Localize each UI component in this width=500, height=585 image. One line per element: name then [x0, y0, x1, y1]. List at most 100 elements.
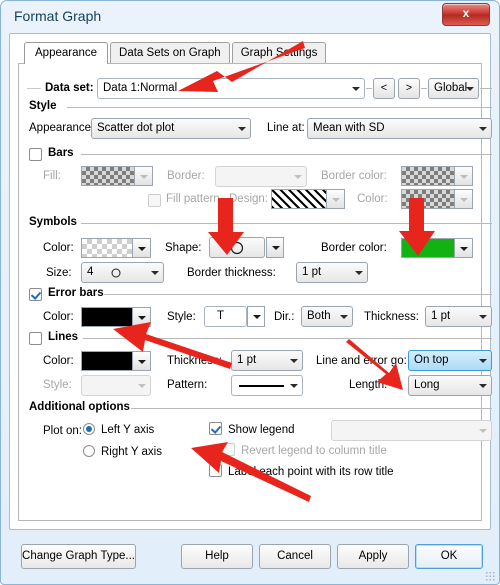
chevron-down-icon [294, 175, 302, 179]
error-bars-style-combo[interactable]: T [204, 306, 247, 327]
error-bars-color-swatch[interactable] [81, 307, 133, 327]
close-icon[interactable]: x [442, 3, 490, 26]
chevron-down-icon [140, 175, 148, 179]
dataset-prev-button[interactable]: < [373, 78, 395, 99]
dataset-combo[interactable]: Data 1:Normal [97, 78, 365, 99]
line-at-combo[interactable]: Mean with SD [307, 118, 492, 139]
bars-checkbox[interactable] [29, 148, 42, 161]
bars-border-color-label: Border color: [321, 170, 387, 182]
format-graph-dialog: Format Graph x Appearance Data Sets on G… [0, 0, 500, 585]
error-bars-style-dropdown-button[interactable] [247, 306, 265, 327]
symbols-size-combo[interactable]: 4 [81, 262, 164, 283]
lines-checkbox[interactable] [29, 332, 42, 345]
symbols-color-dropdown-button[interactable] [133, 238, 151, 258]
chevron-down-icon [138, 384, 146, 388]
right-y-axis-label: Right Y axis [101, 446, 162, 458]
symbols-border-thickness-label: Border thickness: [187, 267, 276, 279]
chevron-down-icon [355, 271, 363, 275]
error-bars-thickness-value: 1 pt [431, 310, 451, 322]
dataset-scope-combo[interactable]: Global [428, 78, 479, 99]
resize-grip[interactable] [485, 571, 495, 581]
error-bars-group-label: Error bars [48, 287, 104, 299]
cancel-button[interactable]: Cancel [259, 544, 331, 569]
ok-button[interactable]: OK [415, 544, 483, 569]
fill-pattern-checkbox[interactable] [148, 194, 161, 207]
error-bars-checkbox[interactable] [29, 288, 42, 301]
label-each-point-label: Label each point with its row title [228, 466, 394, 478]
additional-options-rule [131, 408, 492, 409]
solid-line-icon [239, 385, 284, 387]
lines-length-combo[interactable]: Long [408, 375, 492, 396]
chevron-down-icon [479, 315, 487, 319]
bars-design-dropdown-button[interactable] [327, 189, 345, 209]
apply-button[interactable]: Apply [337, 544, 409, 569]
appearance-value: Scatter dot plot [97, 122, 175, 134]
bars-fill-dropdown-button[interactable] [135, 166, 153, 186]
dataset-next-button[interactable]: > [398, 78, 420, 99]
bars-design-swatch[interactable] [271, 189, 327, 209]
bars-border-color-swatch[interactable] [401, 166, 455, 186]
chevron-down-icon [466, 87, 474, 91]
lines-thickness-combo[interactable]: 1 pt [231, 350, 303, 371]
show-legend-checkbox[interactable] [209, 422, 222, 435]
lines-color-dropdown-button[interactable] [133, 351, 151, 371]
label-each-point-checkbox[interactable] [209, 464, 222, 477]
bars-border-color-dropdown-button[interactable] [455, 166, 473, 186]
lines-color-label: Color: [43, 355, 74, 367]
dataset-value: Data 1:Normal [103, 82, 178, 94]
tab-bar: Appearance Data Sets on Graph Graph Sett… [24, 42, 328, 64]
bars-color-dropdown-button[interactable] [455, 189, 473, 209]
symbols-border-thickness-value: 1 pt [302, 266, 322, 278]
symbols-border-color-dropdown-button[interactable] [455, 238, 473, 258]
symbols-shape-dropdown-button[interactable] [266, 237, 284, 258]
chevron-down-icon [340, 315, 348, 319]
chevron-down-icon [290, 384, 298, 388]
symbols-border-color-swatch[interactable] [401, 238, 455, 258]
error-bars-thickness-combo[interactable]: 1 pt [425, 306, 492, 327]
bars-group-label: Bars [48, 147, 74, 159]
symbols-color-label: Color: [43, 242, 74, 254]
style-group-label: Style [29, 100, 57, 112]
symbols-color-swatch[interactable] [81, 238, 133, 258]
lines-style-combo[interactable] [81, 375, 151, 396]
radio-left-y-axis[interactable] [83, 423, 95, 435]
tab-graph-settings[interactable]: Graph Settings [231, 42, 327, 64]
radio-right-y-axis[interactable] [83, 445, 95, 457]
chevron-down-icon [253, 315, 261, 319]
appearance-panel: Data set: Data 1:Normal < > Global Style… [18, 63, 492, 521]
lines-pattern-combo[interactable] [231, 375, 303, 396]
lines-group-rule [83, 338, 492, 339]
lines-color-swatch[interactable] [81, 351, 133, 371]
line-at-label: Line at: [267, 122, 305, 134]
bars-border-combo[interactable] [215, 166, 307, 187]
bars-color-label: Color: [357, 193, 388, 205]
circle-icon [111, 268, 121, 278]
dialog-body: Appearance Data Sets on Graph Graph Sett… [9, 33, 492, 530]
additional-options-group-label: Additional options [29, 401, 130, 413]
help-button[interactable]: Help [181, 544, 253, 569]
dataset-scope-value: Global [434, 82, 468, 94]
bars-color-swatch[interactable] [401, 189, 455, 209]
chevron-down-icon [138, 316, 146, 320]
appearance-combo[interactable]: Scatter dot plot [91, 118, 251, 139]
chevron-down-icon [479, 359, 487, 363]
chevron-down-icon [479, 384, 487, 388]
bars-fill-swatch[interactable] [81, 166, 135, 186]
fill-pattern-label: Fill pattern [166, 193, 220, 205]
chevron-down-icon [272, 246, 280, 250]
chevron-down-icon [138, 247, 146, 251]
symbols-shape-combo[interactable] [209, 237, 265, 258]
change-graph-type-button[interactable]: Change Graph Type... [21, 544, 136, 569]
error-bars-dir-combo[interactable]: Both [301, 306, 353, 327]
symbols-group-label: Symbols [29, 216, 77, 228]
legend-combo[interactable] [331, 420, 492, 441]
symbols-border-thickness-combo[interactable]: 1 pt [296, 262, 368, 283]
revert-legend-checkbox[interactable] [222, 443, 235, 456]
tab-data-sets-on-graph[interactable]: Data Sets on Graph [110, 42, 230, 64]
bars-design-label: Design: [229, 193, 268, 205]
error-bars-color-dropdown-button[interactable] [133, 307, 151, 327]
line-and-error-go-label: Line and error go: [316, 355, 407, 367]
left-y-axis-label: Left Y axis [101, 424, 155, 436]
line-and-error-go-combo[interactable]: On top [408, 350, 492, 371]
tab-appearance[interactable]: Appearance [24, 42, 109, 64]
